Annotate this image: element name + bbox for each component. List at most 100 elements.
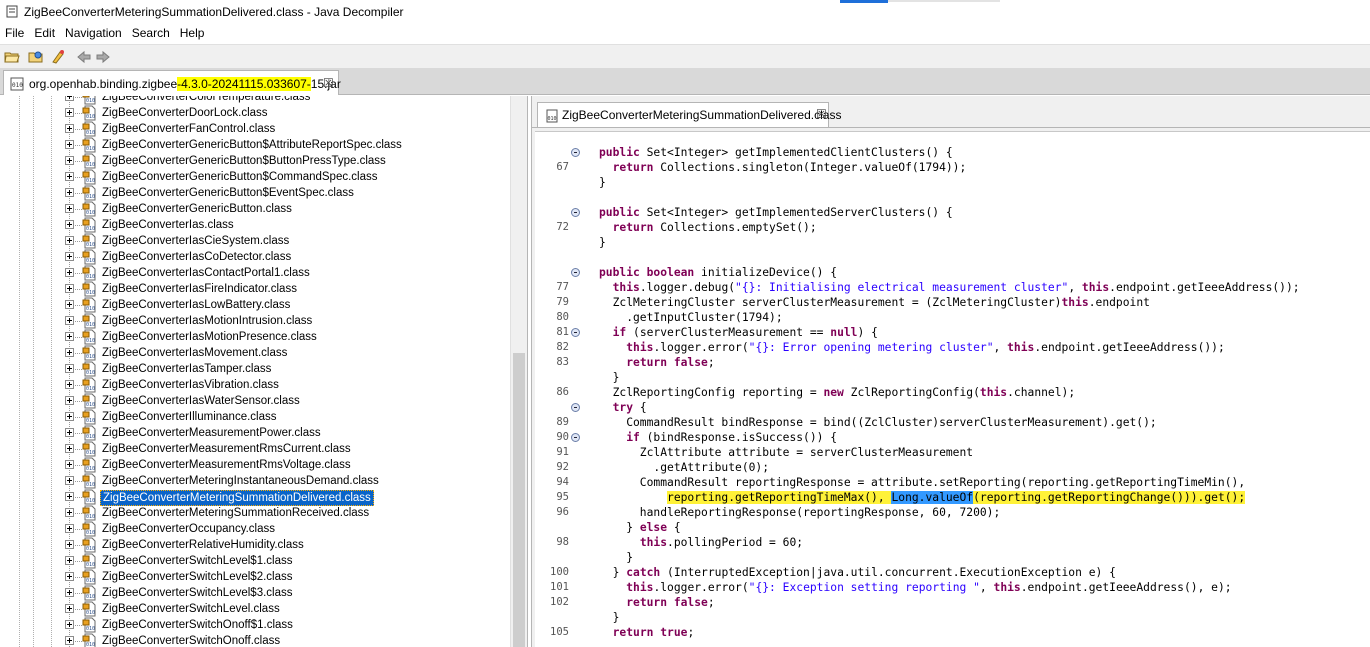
expand-plus-icon[interactable]	[65, 204, 74, 213]
expand-plus-icon[interactable]	[65, 572, 74, 581]
code-line: }	[535, 235, 1370, 250]
expand-plus-icon[interactable]	[65, 412, 74, 421]
expand-plus-icon[interactable]	[65, 156, 74, 165]
open-file-icon[interactable]	[4, 49, 20, 65]
forward-arrow-icon[interactable]	[95, 49, 111, 65]
tree-item[interactable]: 010 ZigBeeConverterIasCieSystem.class	[0, 233, 510, 249]
expand-plus-icon[interactable]	[65, 428, 74, 437]
expand-plus-icon[interactable]	[65, 188, 74, 197]
tree-item[interactable]: 010 ZigBeeConverterSwitchLevel$3.class	[0, 585, 510, 601]
tree-item-label: ZigBeeConverterSwitchLevel.class	[102, 603, 280, 615]
back-arrow-icon[interactable]	[76, 49, 92, 65]
expand-plus-icon[interactable]	[65, 396, 74, 405]
svg-text:010: 010	[86, 450, 95, 456]
tree-item[interactable]: 010 ZigBeeConverterSwitchLevel$2.class	[0, 569, 510, 585]
expand-plus-icon[interactable]	[65, 220, 74, 229]
open-type-icon[interactable]	[50, 49, 66, 65]
tree-item[interactable]: 010 ZigBeeConverterMeasurementRmsVoltage.…	[0, 457, 510, 473]
tree-item[interactable]: 010 ZigBeeConverterMeteringSummationRecei…	[0, 505, 510, 521]
line-number: 102	[550, 596, 569, 608]
expand-plus-icon[interactable]	[65, 620, 74, 629]
tree-item[interactable]: 010 ZigBeeConverterOccupancy.class	[0, 521, 510, 537]
menu-search[interactable]: Search	[127, 24, 175, 43]
tree-item[interactable]: 010 ZigBeeConverterDoorLock.class	[0, 105, 510, 121]
tree-item[interactable]: 010 ZigBeeConverterMeteringInstantaneousD…	[0, 473, 510, 489]
expand-plus-icon[interactable]	[65, 284, 74, 293]
tree-item[interactable]: 010 ZigBeeConverterIasContactPortal1.clas…	[0, 265, 510, 281]
tree-item[interactable]: 010 ZigBeeConverterGenericButton$CommandS…	[0, 169, 510, 185]
expand-plus-icon[interactable]	[65, 588, 74, 597]
tree-item[interactable]: 010 ZigBeeConverterMeasurementRmsCurrent.…	[0, 441, 510, 457]
expand-plus-icon[interactable]	[65, 476, 74, 485]
tree-item[interactable]: 010 ZigBeeConverterIasMotionIntrusion.cla…	[0, 313, 510, 329]
expand-plus-icon[interactable]	[65, 172, 74, 181]
tree-item[interactable]: 010 ZigBeeConverterMeteringSummationDeliv…	[0, 489, 510, 506]
expand-plus-icon[interactable]	[65, 364, 74, 373]
tree-scrollbar[interactable]	[510, 96, 527, 647]
expand-plus-icon[interactable]	[65, 332, 74, 341]
fold-collapse-icon[interactable]	[571, 268, 580, 277]
tree-item[interactable]: 010 ZigBeeConverterGenericButton$Attribut…	[0, 137, 510, 153]
tree-item[interactable]: 010 ZigBeeConverterSwitchLevel.class	[0, 601, 510, 617]
tree-item[interactable]: 010 ZigBeeConverterGenericButton$ButtonPr…	[0, 153, 510, 169]
fold-collapse-icon[interactable]	[571, 148, 580, 157]
expand-plus-icon[interactable]	[65, 556, 74, 565]
menu-edit[interactable]: Edit	[29, 24, 60, 43]
tree-item[interactable]: 010 ZigBeeConverterIasLowBattery.class	[0, 297, 510, 313]
tree-item[interactable]: 010 ZigBeeConverterFanControl.class	[0, 121, 510, 137]
tree-item[interactable]: 010 ZigBeeConverterIasWaterSensor.class	[0, 393, 510, 409]
class-tab-close-icon[interactable]: ☒	[816, 107, 827, 121]
expand-plus-icon[interactable]	[65, 124, 74, 133]
tree-item[interactable]: 010 ZigBeeConverterIasVibration.class	[0, 377, 510, 393]
expand-plus-icon[interactable]	[65, 444, 74, 453]
tree-item[interactable]: 010 ZigBeeConverterGenericButton.class	[0, 201, 510, 217]
expand-plus-icon[interactable]	[65, 268, 74, 277]
fold-collapse-icon[interactable]	[571, 208, 580, 217]
jar-tab[interactable]: 010 org.openhab.binding.zigbee-4.3.0-202…	[3, 70, 341, 95]
tree-item[interactable]: 010 ZigBeeConverterSwitchLevel$1.class	[0, 553, 510, 569]
expand-plus-icon[interactable]	[65, 380, 74, 389]
tree-item[interactable]: 010 ZigBeeConverterMeasurementPower.class	[0, 425, 510, 441]
expand-plus-icon[interactable]	[65, 604, 74, 613]
tree-item[interactable]: 010 ZigBeeConverterIasTamper.class	[0, 361, 510, 377]
menu-navigation[interactable]: Navigation	[60, 24, 127, 43]
class-tab[interactable]: 010 ZigBeeConverterMeteringSummationDeli…	[537, 102, 841, 127]
tree-item[interactable]: 010 ZigBeeConverterIasMotionPresence.clas…	[0, 329, 510, 345]
tree-item[interactable]: 010 ZigBeeConverterRelativeHumidity.class	[0, 537, 510, 553]
tree-item[interactable]: 010 ZigBeeConverterSwitchOnoff$1.class	[0, 617, 510, 633]
tree-item[interactable]: 010 ZigBeeConverterSwitchOnoff.class	[0, 633, 510, 647]
fold-collapse-icon[interactable]	[571, 328, 580, 337]
expand-plus-icon[interactable]	[65, 252, 74, 261]
tree-item[interactable]: 010 ZigBeeConverterGenericButton$EventSpe…	[0, 185, 510, 201]
expand-plus-icon[interactable]	[65, 540, 74, 549]
expand-plus-icon[interactable]	[65, 236, 74, 245]
tree-item[interactable]: 010 ZigBeeConverterColorTemperature.class	[0, 96, 510, 105]
expand-plus-icon[interactable]	[65, 524, 74, 533]
fold-collapse-icon[interactable]	[571, 403, 580, 412]
menu-help[interactable]: Help	[175, 24, 210, 43]
expand-plus-icon[interactable]	[65, 460, 74, 469]
tree-scroll-thumb[interactable]	[513, 353, 525, 647]
menu-file[interactable]: File	[0, 24, 29, 43]
expand-plus-icon[interactable]	[65, 508, 74, 517]
tree-item[interactable]: 010 ZigBeeConverterIas.class	[0, 217, 510, 233]
expand-plus-icon[interactable]	[65, 316, 74, 325]
tree-item-label: ZigBeeConverterMeteringSummationDelivere…	[100, 490, 374, 506]
jar-tab-close-icon[interactable]: ☒	[323, 76, 334, 90]
tree-item[interactable]: 010 ZigBeeConverterIasFireIndicator.class	[0, 281, 510, 297]
tree-item[interactable]: 010 ZigBeeConverterIasCoDetector.class	[0, 249, 510, 265]
tree-item[interactable]: 010 ZigBeeConverterIasMovement.class	[0, 345, 510, 361]
code-view[interactable]: public Set<Integer> getImplementedClient…	[535, 131, 1370, 647]
expand-plus-icon[interactable]	[65, 140, 74, 149]
expand-plus-icon[interactable]	[65, 636, 74, 645]
fold-collapse-icon[interactable]	[571, 433, 580, 442]
open-folder-icon[interactable]	[28, 49, 44, 65]
class-file-icon: 010	[82, 537, 96, 553]
svg-text:010: 010	[86, 594, 95, 600]
expand-plus-icon[interactable]	[65, 348, 74, 357]
expand-plus-icon[interactable]	[65, 492, 74, 501]
tree-item[interactable]: 010 ZigBeeConverterIlluminance.class	[0, 409, 510, 425]
expand-plus-icon[interactable]	[65, 300, 74, 309]
expand-plus-icon[interactable]	[65, 108, 74, 117]
expand-plus-icon[interactable]	[65, 96, 74, 101]
